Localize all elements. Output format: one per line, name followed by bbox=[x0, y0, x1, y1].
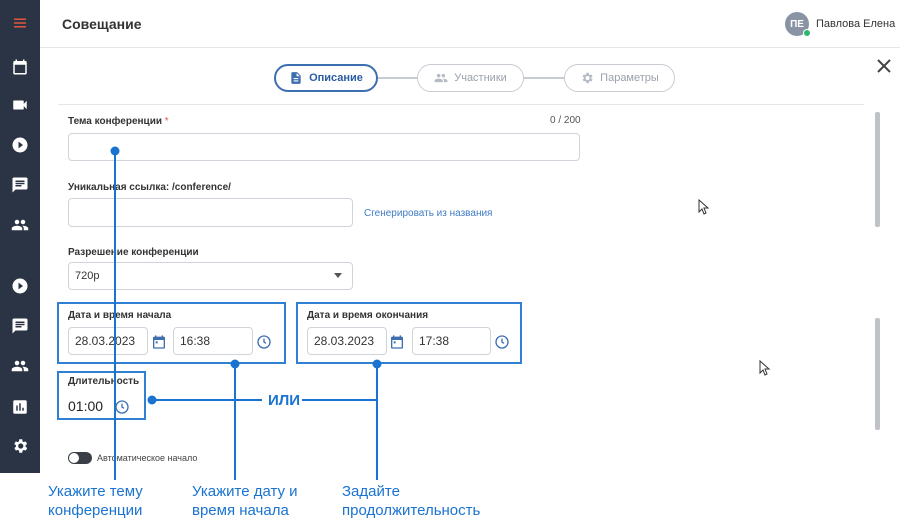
user-name[interactable]: Павлова Елена bbox=[816, 18, 895, 30]
tab-participants-label: Участники bbox=[454, 72, 507, 84]
start-datetime-highlight bbox=[57, 302, 286, 364]
play-circle-icon[interactable] bbox=[10, 276, 30, 296]
stepper-connector bbox=[378, 77, 418, 79]
page-title: Совещание bbox=[62, 16, 142, 32]
close-button[interactable] bbox=[874, 56, 894, 76]
sidebar bbox=[0, 0, 40, 473]
date-hint-line-1: Укажите дату и bbox=[192, 483, 298, 500]
tab-description[interactable]: Описание bbox=[274, 64, 378, 92]
date-hint: Укажите дату и время начала bbox=[192, 482, 298, 520]
online-status-dot bbox=[803, 29, 811, 37]
auto-start-label: Автоматическое начало bbox=[97, 453, 198, 463]
link-label: Уникальная ссылка: /conference/ bbox=[68, 182, 231, 193]
chat-icon[interactable] bbox=[10, 175, 30, 195]
required-mark: * bbox=[164, 116, 169, 127]
date-hint-line-2: время начала bbox=[192, 502, 289, 519]
divider bbox=[58, 104, 864, 105]
menu-icon[interactable] bbox=[10, 13, 30, 33]
header: Совещание ПЕ Павлова Елена bbox=[40, 0, 900, 48]
cursor-icon bbox=[759, 360, 771, 376]
scrollbar-thumb[interactable] bbox=[875, 318, 880, 430]
generate-link-button[interactable]: Сгенерировать из названия bbox=[364, 208, 492, 219]
people-icon[interactable] bbox=[10, 356, 30, 376]
topic-input[interactable] bbox=[68, 133, 580, 161]
document-icon bbox=[291, 72, 301, 84]
topic-hint-line-2: конференции bbox=[48, 502, 143, 519]
chevron-down-icon bbox=[334, 273, 342, 278]
calendar-icon[interactable] bbox=[10, 57, 30, 77]
duration-highlight bbox=[57, 371, 146, 420]
topic-label-text: Тема конференции bbox=[68, 116, 162, 127]
end-datetime-highlight bbox=[296, 302, 522, 364]
resolution-value: 720p bbox=[75, 270, 100, 282]
topic-hint: Укажите тему конференции bbox=[48, 482, 143, 520]
people-icon bbox=[434, 73, 448, 83]
duration-hint-line-1: Задайте bbox=[342, 483, 400, 500]
resolution-select[interactable]: 720p bbox=[68, 262, 353, 290]
link-input[interactable] bbox=[68, 198, 353, 227]
play-circle-icon[interactable] bbox=[10, 135, 30, 155]
close-icon bbox=[877, 59, 891, 73]
duration-hint: Задайте продолжительность bbox=[342, 482, 480, 520]
stepper-connector bbox=[523, 77, 565, 79]
people-icon[interactable] bbox=[10, 215, 30, 235]
bar-chart-icon[interactable] bbox=[10, 397, 30, 417]
auto-start-toggle[interactable] bbox=[68, 452, 92, 464]
tab-description-label: Описание bbox=[309, 72, 363, 84]
cursor-icon bbox=[698, 199, 710, 215]
topic-char-counter: 0 / 200 bbox=[550, 115, 581, 126]
chat-icon[interactable] bbox=[10, 316, 30, 336]
resolution-label: Разрешение конференции bbox=[68, 247, 199, 258]
tab-participants[interactable]: Участники bbox=[417, 64, 524, 92]
gear-icon[interactable] bbox=[10, 436, 30, 456]
or-label: ИЛИ bbox=[268, 392, 301, 409]
duration-hint-line-2: продолжительность bbox=[342, 502, 481, 519]
topic-label: Тема конференции * bbox=[68, 116, 169, 127]
video-camera-icon[interactable] bbox=[10, 95, 30, 115]
gear-icon bbox=[582, 72, 593, 84]
tab-parameters[interactable]: Параметры bbox=[564, 64, 675, 92]
tab-parameters-label: Параметры bbox=[600, 72, 659, 84]
scrollbar-thumb[interactable] bbox=[875, 112, 880, 227]
topic-hint-line-1: Укажите тему bbox=[48, 483, 143, 500]
